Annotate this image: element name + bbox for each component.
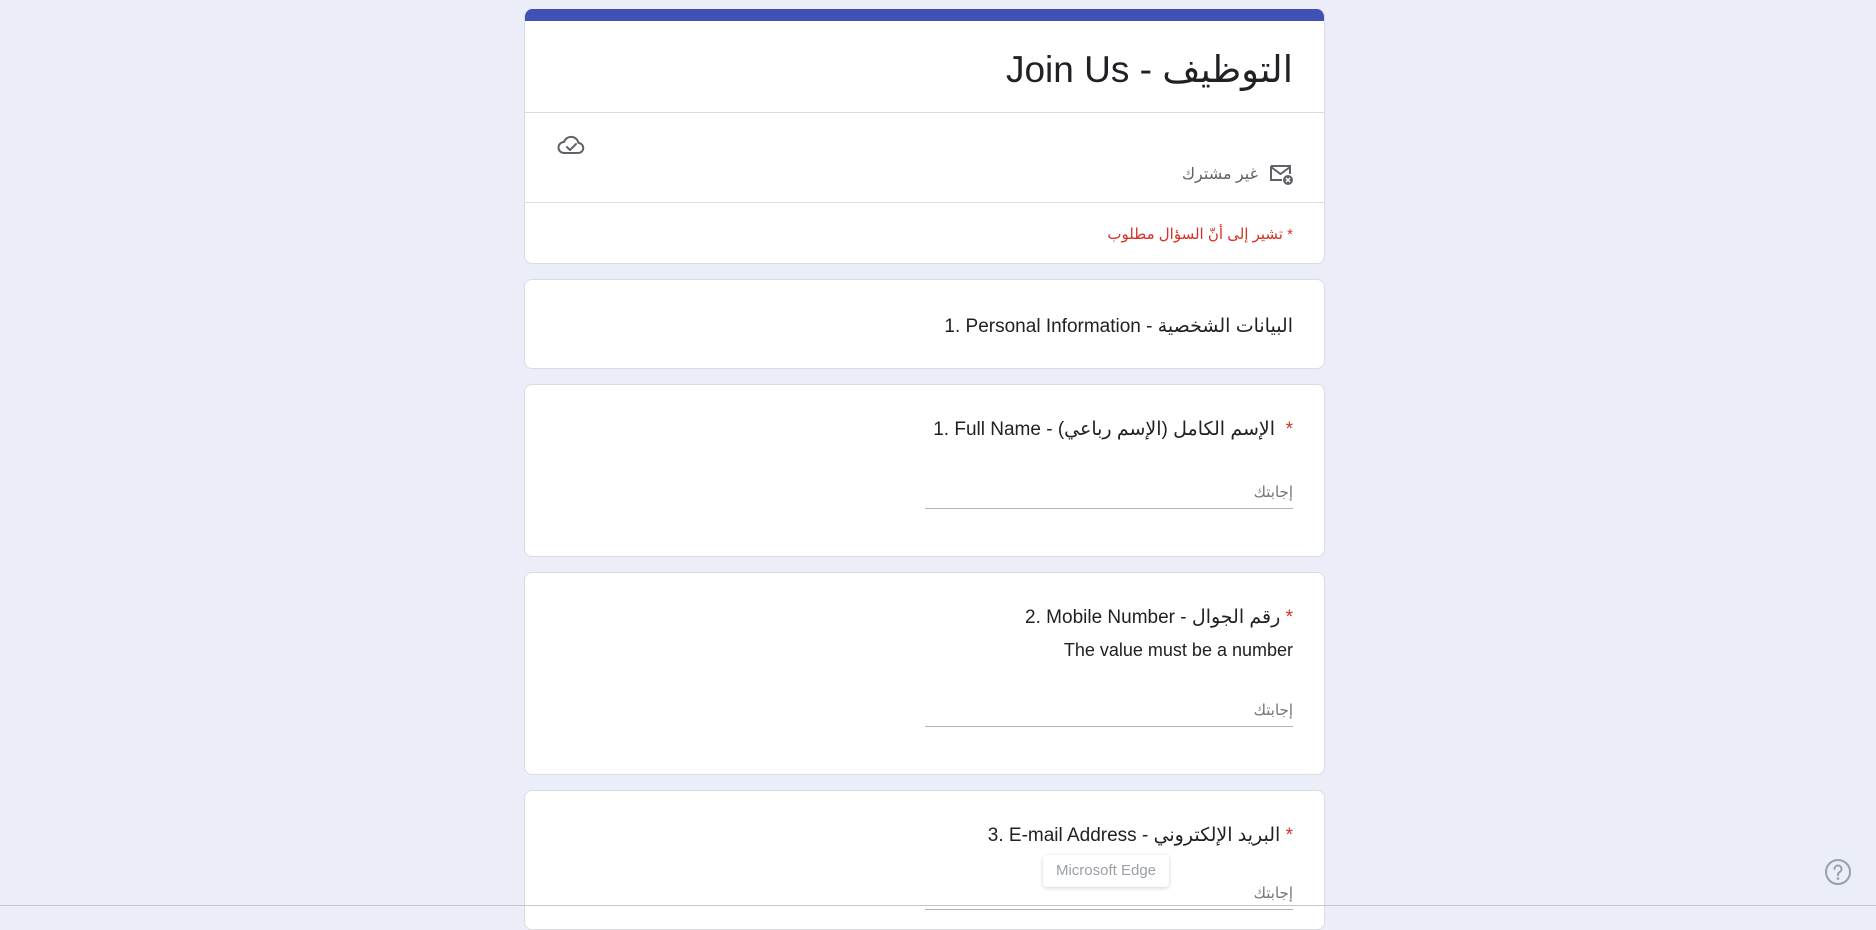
help-circle-icon[interactable] xyxy=(1824,858,1852,886)
required-asterisk: * xyxy=(1285,825,1293,846)
question-title: 3. E-mail Address - البريد الإلكتروني * xyxy=(988,824,1293,847)
mobile-number-input[interactable]: إجابتك xyxy=(925,696,1293,727)
question-text: 2. Mobile Number - رقم الجوال xyxy=(1025,607,1281,628)
accent-bar xyxy=(525,9,1324,21)
input-placeholder: إجابتك xyxy=(1253,484,1293,501)
account-status-text: غير مشترك xyxy=(1181,166,1258,183)
browser-tooltip: Microsoft Edge xyxy=(1043,855,1169,887)
question-card-full-name: 1. Full Name - الإسم الكامل (الإسم رباعي… xyxy=(524,384,1325,557)
input-placeholder: إجابتك xyxy=(1253,885,1293,902)
question-description: The value must be a number xyxy=(1063,640,1293,660)
form-container: التوظيف - Join Us غير مشترك * تشير إلى أ… xyxy=(524,9,1325,930)
question-card-mobile: 2. Mobile Number - رقم الجوال * The valu… xyxy=(524,572,1325,775)
mail-not-shared-icon xyxy=(1270,165,1293,185)
form-title: التوظيف - Join Us xyxy=(1005,49,1293,90)
required-asterisk: * xyxy=(1285,419,1293,440)
required-note: * تشير إلى أنّ السؤال مطلوب xyxy=(1107,226,1293,243)
question-card-email: 3. E-mail Address - البريد الإلكتروني * … xyxy=(524,790,1325,930)
full-name-input[interactable]: إجابتك xyxy=(925,478,1293,509)
question-text: 1. Full Name - الإسم الكامل (الإسم رباعي… xyxy=(933,419,1276,440)
required-note-area: * تشير إلى أنّ السؤال مطلوب xyxy=(525,203,1324,263)
input-placeholder: إجابتك xyxy=(1253,702,1293,719)
question-title: 2. Mobile Number - رقم الجوال * xyxy=(1025,606,1293,629)
question-text: 3. E-mail Address - البريد الإلكتروني xyxy=(987,825,1281,846)
account-area: غير مشترك xyxy=(525,113,1324,203)
cloud-saved-icon[interactable] xyxy=(556,131,586,161)
section-title: 1. Personal Information - البيانات الشخص… xyxy=(944,316,1293,337)
title-area: التوظيف - Join Us xyxy=(525,21,1324,113)
form-header-card: التوظيف - Join Us غير مشترك * تشير إلى أ… xyxy=(524,9,1325,264)
required-asterisk: * xyxy=(1285,607,1293,628)
question-title: 1. Full Name - الإسم الكامل (الإسم رباعي… xyxy=(933,418,1293,441)
section-header-card: 1. Personal Information - البيانات الشخص… xyxy=(524,279,1325,369)
account-row: غير مشترك xyxy=(1182,162,1294,186)
